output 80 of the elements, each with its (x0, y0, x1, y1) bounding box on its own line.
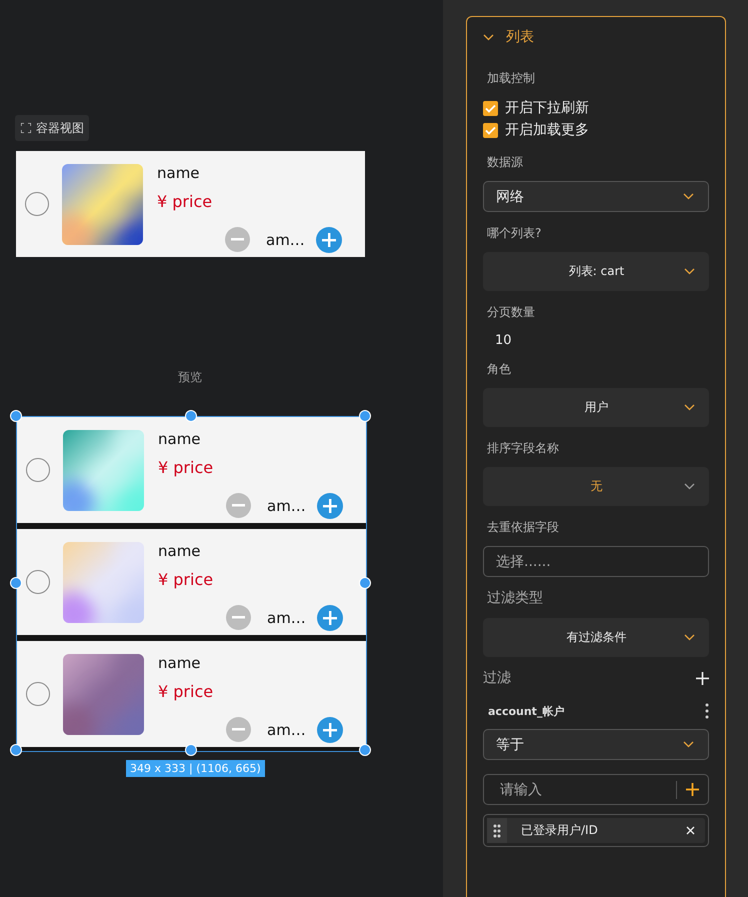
dropdown-select[interactable]: 网络 (483, 181, 709, 212)
resize-handle[interactable] (359, 744, 371, 756)
plus-icon (322, 498, 337, 512)
section-label: 过滤 (483, 669, 511, 687)
plus-button[interactable] (316, 492, 343, 518)
chevron-down-icon (684, 404, 695, 411)
size-label: 349 x 333 | (1106, 665) (126, 760, 265, 777)
chevron-down-icon (684, 634, 695, 641)
product-card[interactable]: name ¥ price am… (17, 641, 366, 747)
chevron-down-icon (683, 193, 694, 200)
amount-text: am… (267, 720, 306, 738)
radio-button[interactable] (26, 458, 50, 482)
dropdown-select[interactable]: 列表: cart (483, 252, 709, 291)
preview-label: 预览 (177, 369, 203, 386)
plus-icon (322, 610, 337, 624)
plus-icon (322, 722, 337, 736)
dropdown-select[interactable]: 等于 (483, 729, 709, 760)
product-price: ¥ price (158, 570, 214, 588)
chevron-down-icon (683, 741, 694, 748)
minus-icon (232, 504, 245, 507)
checkbox-option[interactable]: 开启加载更多 (483, 119, 589, 141)
value-tag[interactable]: 已登录用户/ID (487, 818, 705, 843)
input-field[interactable]: 请输入 (483, 774, 709, 805)
resize-handle[interactable] (184, 744, 196, 756)
dropdown-select[interactable]: 有过滤条件 (483, 618, 709, 657)
more-icon[interactable] (705, 703, 709, 719)
minus-icon (232, 616, 245, 619)
page-size-value[interactable]: 10 (495, 333, 709, 348)
add-icon[interactable] (696, 672, 709, 684)
plus-icon (322, 232, 336, 246)
field-label: 加载控制 (487, 70, 536, 87)
field-label: 去重依据字段 (487, 519, 560, 536)
checkbox-option[interactable]: 开启下拉刷新 (483, 97, 589, 119)
amount-text: am… (267, 608, 306, 626)
product-card[interactable]: name ¥ price am… (16, 151, 365, 257)
product-name: name (157, 164, 200, 182)
product-price: ¥ price (158, 458, 214, 476)
product-name: name (158, 430, 201, 448)
chevron-down-icon (684, 483, 695, 490)
product-card[interactable]: name ¥ price am… (17, 529, 366, 635)
dropdown-select[interactable]: 用户 (483, 388, 709, 427)
product-price: ¥ price (158, 682, 214, 700)
product-name: name (158, 654, 201, 672)
field-label: 数据源 (487, 154, 524, 171)
container-view-button[interactable]: 容器视图 (15, 115, 89, 141)
amount-text: am… (266, 230, 305, 248)
product-name: name (158, 542, 201, 560)
amount-text: am… (267, 496, 306, 514)
field-label: 过滤类型 (487, 589, 544, 607)
checkbox[interactable] (483, 122, 498, 138)
field-label: 角色 (487, 361, 512, 378)
input-field[interactable]: 选择...... (483, 546, 709, 577)
plus-button[interactable] (316, 226, 342, 252)
panel-title: 列表 (506, 28, 534, 46)
radio-button[interactable] (26, 570, 50, 594)
drag-handle-icon[interactable] (493, 824, 501, 838)
resize-handle[interactable] (184, 410, 196, 422)
minus-icon (231, 238, 244, 241)
filter-field-name: account_帐户 (488, 704, 564, 718)
field-label: 排序字段名称 (487, 440, 560, 457)
field-label: 哪个列表? (487, 225, 542, 242)
add-icon[interactable] (686, 783, 699, 796)
resize-handle[interactable] (10, 744, 22, 756)
checkbox[interactable] (483, 100, 498, 116)
expand-icon (21, 123, 31, 133)
minus-icon (232, 728, 245, 731)
chevron-down-icon (684, 268, 695, 275)
resize-handle[interactable] (10, 410, 22, 422)
resize-handle[interactable] (359, 577, 371, 589)
radio-button[interactable] (25, 192, 49, 216)
plus-button[interactable] (316, 604, 343, 630)
radio-button[interactable] (26, 682, 50, 706)
chevron-down-icon[interactable] (483, 34, 494, 40)
resize-handle[interactable] (10, 577, 22, 589)
plus-button[interactable] (316, 716, 343, 742)
resize-handle[interactable] (359, 410, 371, 422)
product-price: ¥ price (157, 192, 212, 210)
dropdown-select[interactable]: 无 (483, 467, 709, 506)
product-card[interactable]: name ¥ price am… (17, 417, 366, 523)
field-label: 分页数量 (487, 304, 536, 321)
